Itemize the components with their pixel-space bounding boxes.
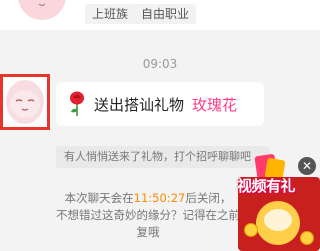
message-timestamp: 09:03 (142, 57, 178, 71)
expiry-text-before: 本次聊天会在 (64, 191, 134, 205)
expiry-text-after: 后关闭， (185, 191, 232, 205)
sender-avatar[interactable] (0, 74, 50, 130)
expiry-notice: 本次聊天会在11:50:27后关闭， 不想错过这奇妙的缘分？记得在之前 复哦 (48, 190, 248, 241)
mascot-face-icon (264, 209, 292, 231)
gift-message-bubble[interactable]: 送出搭讪礼物 玫瑰花 (56, 82, 264, 126)
coin-icon (300, 231, 314, 245)
profile-avatar (18, 0, 66, 20)
profile-tag: 自由职业 (134, 4, 197, 24)
promo-title: 视频有礼 (237, 177, 296, 195)
profile-card: 上班族 自由职业 (0, 0, 320, 30)
coin-icon (244, 223, 258, 237)
gift-message-text: 送出搭讪礼物 玫瑰花 (94, 94, 237, 115)
expiry-time: 11:50:27 (133, 191, 186, 205)
expiry-text-line3: 复哦 (136, 225, 160, 239)
expiry-text-line2: 不想错过这奇妙的缘分？记得在之前 (56, 208, 240, 222)
profile-tag: 上班族 (85, 4, 136, 24)
rose-icon (70, 91, 84, 116)
gift-name: 玫瑰花 (192, 96, 238, 114)
avatar (6, 80, 44, 124)
avatar-face-icon (38, 3, 46, 7)
gift-prefix: 送出搭讪礼物 (94, 96, 185, 114)
close-icon[interactable]: ✕ (298, 157, 316, 175)
video-gift-promo[interactable]: 视频有礼 ✕ (236, 153, 320, 251)
avatar-face-icon (10, 90, 40, 118)
